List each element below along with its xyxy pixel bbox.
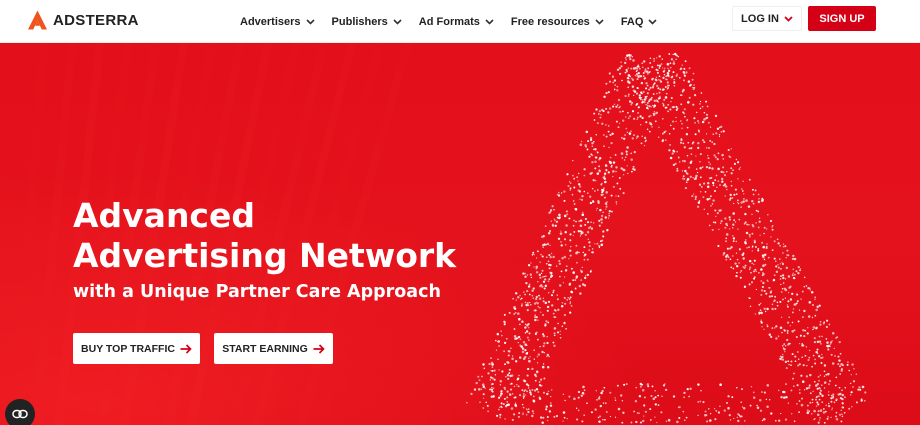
top-navbar: ADSTERRA Advertisers Publishers Ad Forma… bbox=[0, 0, 920, 43]
buy-top-traffic-label: BUY TOP TRAFFIC bbox=[81, 342, 175, 355]
nav-item-label: Publishers bbox=[331, 15, 388, 28]
hero-title-line2: Advertising Network bbox=[73, 236, 457, 275]
nav-item-free-resources[interactable]: Free resources bbox=[511, 16, 604, 28]
nav-item-label: Advertisers bbox=[240, 15, 301, 28]
arrow-right-icon bbox=[313, 343, 325, 354]
hero-section: Advanced Advertising Network with a Uniq… bbox=[0, 43, 920, 425]
adsterra-logo-icon bbox=[28, 10, 47, 30]
nav-item-ad-formats[interactable]: Ad Formats bbox=[419, 16, 494, 28]
accessibility-widget-button[interactable] bbox=[5, 399, 35, 425]
login-button[interactable]: LOG IN bbox=[732, 6, 802, 31]
chevron-down-icon bbox=[485, 18, 494, 25]
nav-item-advertisers[interactable]: Advertisers bbox=[240, 16, 315, 28]
brand-name: ADSTERRA bbox=[53, 11, 139, 29]
nav-item-label: Free resources bbox=[510, 15, 590, 28]
nav-item-label: Ad Formats bbox=[418, 15, 480, 28]
nav-item-publishers[interactable]: Publishers bbox=[332, 16, 402, 28]
nav-item-label: FAQ bbox=[620, 15, 644, 28]
hero-title: Advanced Advertising Network bbox=[73, 196, 493, 276]
main-nav: Advertisers Publishers Ad Formats Free r… bbox=[240, 0, 658, 43]
login-label: LOG IN bbox=[741, 12, 779, 25]
start-earning-label: START EARNING bbox=[222, 342, 308, 355]
hero-title-line1: Advanced bbox=[73, 196, 255, 235]
arrow-right-icon bbox=[180, 343, 192, 354]
hero-subtitle: with a Unique Partner Care Approach bbox=[73, 282, 441, 302]
buy-top-traffic-button[interactable]: BUY TOP TRAFFIC bbox=[73, 333, 200, 364]
chevron-down-icon bbox=[784, 15, 793, 22]
start-earning-button[interactable]: START EARNING bbox=[214, 333, 333, 364]
signup-label: SIGN UP bbox=[819, 12, 865, 25]
signup-button[interactable]: SIGN UP bbox=[808, 6, 876, 31]
chevron-down-icon bbox=[393, 18, 402, 25]
chevron-down-icon bbox=[595, 18, 604, 25]
chevron-down-icon bbox=[305, 18, 315, 25]
brand-logo[interactable]: ADSTERRA bbox=[28, 10, 139, 30]
chevron-down-icon bbox=[648, 18, 658, 25]
accessibility-icon bbox=[12, 409, 28, 419]
nav-item-faq[interactable]: FAQ bbox=[621, 16, 658, 28]
